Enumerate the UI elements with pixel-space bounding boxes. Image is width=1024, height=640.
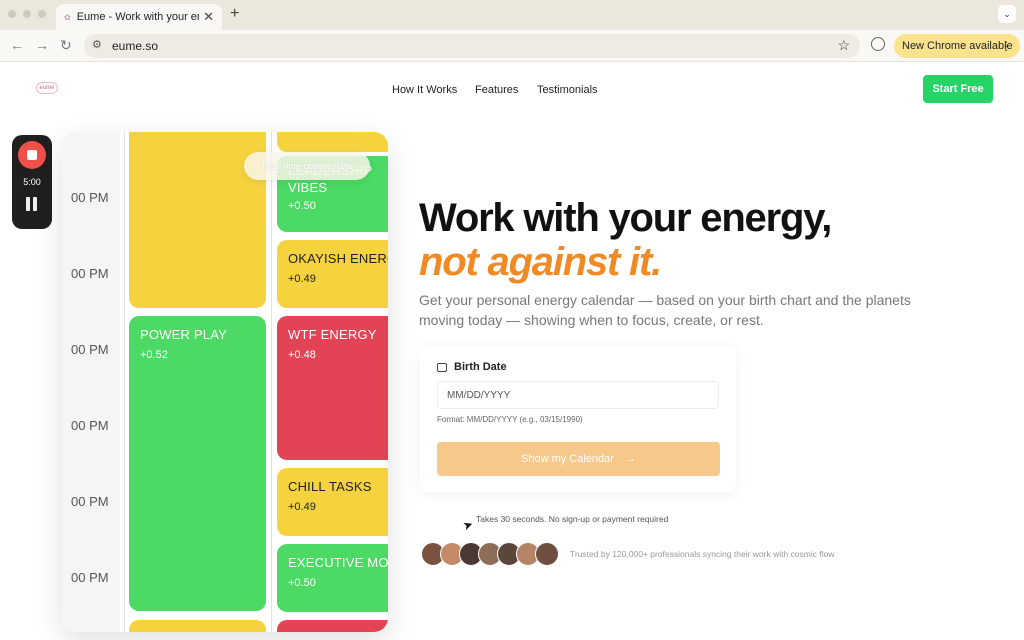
birth-date-input[interactable] xyxy=(437,381,719,409)
tab-close-icon[interactable]: ✕ xyxy=(203,9,214,25)
trust-statement: Trusted by 120,000+ professionals syncin… xyxy=(570,549,835,559)
tab-title: Eume - Work with your energ xyxy=(76,11,199,23)
hero-headline: Work with your energy, not against it. xyxy=(419,196,899,284)
bookmark-star-icon[interactable]: ☆ xyxy=(837,37,850,54)
birth-date-form: Birth Date Format: MM/DD/YYYY (e.g., 03/… xyxy=(420,346,736,492)
arrow-right-icon: → xyxy=(625,453,636,465)
block-title: EXECUTIVE MOMENT xyxy=(288,555,388,570)
mouse-cursor-icon: ➤ xyxy=(460,516,476,534)
nav-features[interactable]: Features xyxy=(475,84,518,96)
block-title: OKAYISH ENERGY xyxy=(288,251,388,266)
time-label: 00 PM xyxy=(71,494,109,509)
back-icon[interactable]: ← xyxy=(10,37,24,53)
address-bar[interactable]: ⚙ eume.so ☆ xyxy=(84,34,860,58)
block-title: POWER PLAY xyxy=(140,327,228,342)
profile-icon[interactable] xyxy=(871,37,885,51)
energy-block-chill-tasks[interactable]: CHILL TASKS +0.49 xyxy=(277,468,388,536)
nav-testimonials[interactable]: Testimonials xyxy=(537,84,598,96)
energy-block-yellow[interactable] xyxy=(277,132,388,152)
time-label: 00 PM xyxy=(71,570,109,585)
column-divider xyxy=(271,132,272,632)
eume-logo[interactable]: eume xyxy=(36,82,58,94)
stop-recording-icon[interactable] xyxy=(18,141,46,169)
pause-icon[interactable] xyxy=(26,197,38,211)
block-title: VIBES xyxy=(288,180,328,195)
show-calendar-label: Show my Calendar xyxy=(521,453,614,465)
more-menu-icon[interactable]: ⋮ xyxy=(1000,34,1012,58)
recording-timer: 5:00 xyxy=(23,177,41,187)
energy-block-executive-moment[interactable]: EXECUTIVE MOMENT +0.50 xyxy=(277,544,388,612)
block-score: +0.49 xyxy=(288,501,316,513)
energy-block-yellow[interactable] xyxy=(129,620,266,632)
energy-block-okayish-energy[interactable]: OKAYISH ENERGY +0.49 xyxy=(277,240,388,308)
column-divider xyxy=(124,132,125,632)
browser-tab[interactable]: ✿ Eume - Work with your energ ✕ xyxy=(56,4,222,30)
block-score: +0.50 xyxy=(288,200,316,212)
avatar xyxy=(535,542,559,566)
tab-search-icon[interactable]: ⌄ xyxy=(998,5,1016,23)
chrome-update-button[interactable]: New Chrome available ⋮ xyxy=(894,34,1020,58)
screen-recorder-widget: 5:00 xyxy=(12,135,52,229)
energy-calendar-preview: 00 PM 00 PM 00 PM 00 PM 00 PM 00 PM POWE… xyxy=(62,132,388,632)
block-title: CHILL TASKS xyxy=(288,479,372,494)
url-text: eume.so xyxy=(112,39,159,53)
block-score: +0.50 xyxy=(288,577,316,589)
update-label: New Chrome available xyxy=(902,40,1013,52)
headline-accent: not against it. xyxy=(419,240,662,284)
time-label: 00 PM xyxy=(71,266,109,281)
realtime-cosmic-badge: Real-time cosmic data xyxy=(244,152,370,180)
window-minimize-dot[interactable] xyxy=(23,10,31,18)
time-label: 00 PM xyxy=(71,342,109,357)
energy-block-power-play[interactable]: POWER PLAY +0.52 xyxy=(129,316,266,611)
format-hint: Format: MM/DD/YYYY (e.g., 03/15/1990) xyxy=(437,415,583,424)
time-label: 00 PM xyxy=(71,418,109,433)
browser-tab-bar: ✿ Eume - Work with your energ ✕ + ⌄ xyxy=(0,0,1024,30)
forward-icon[interactable]: → xyxy=(35,37,49,53)
energy-block-wtf-energy[interactable]: WTF ENERGY +0.48 xyxy=(277,316,388,460)
start-free-button[interactable]: Start Free xyxy=(923,75,993,103)
show-calendar-button[interactable]: Show my Calendar → xyxy=(437,442,720,476)
time-label: 00 PM xyxy=(71,190,109,205)
block-score: +0.48 xyxy=(288,349,316,361)
window-maximize-dot[interactable] xyxy=(38,10,46,18)
block-score: +0.49 xyxy=(288,273,316,285)
energy-block-red[interactable] xyxy=(277,620,388,632)
time-column: 00 PM 00 PM 00 PM 00 PM 00 PM 00 PM xyxy=(62,132,120,632)
window-close-dot[interactable] xyxy=(8,10,16,18)
birth-date-label: Birth Date xyxy=(454,361,507,373)
favicon-icon: ✿ xyxy=(64,12,71,22)
block-score: +0.52 xyxy=(140,349,168,361)
hero-subhead: Get your personal energy calendar — base… xyxy=(419,292,911,328)
headline-main: Work with your energy, xyxy=(419,196,832,240)
new-tab-button[interactable]: + xyxy=(230,5,239,23)
no-signup-note: Takes 30 seconds. No sign-up or payment … xyxy=(476,514,669,524)
site-settings-icon[interactable]: ⚙ xyxy=(92,38,102,51)
block-title: WTF ENERGY xyxy=(288,327,377,342)
nav-how-it-works[interactable]: How It Works xyxy=(392,84,457,96)
calendar-icon xyxy=(437,363,447,372)
reload-icon[interactable]: ↻ xyxy=(60,37,72,54)
